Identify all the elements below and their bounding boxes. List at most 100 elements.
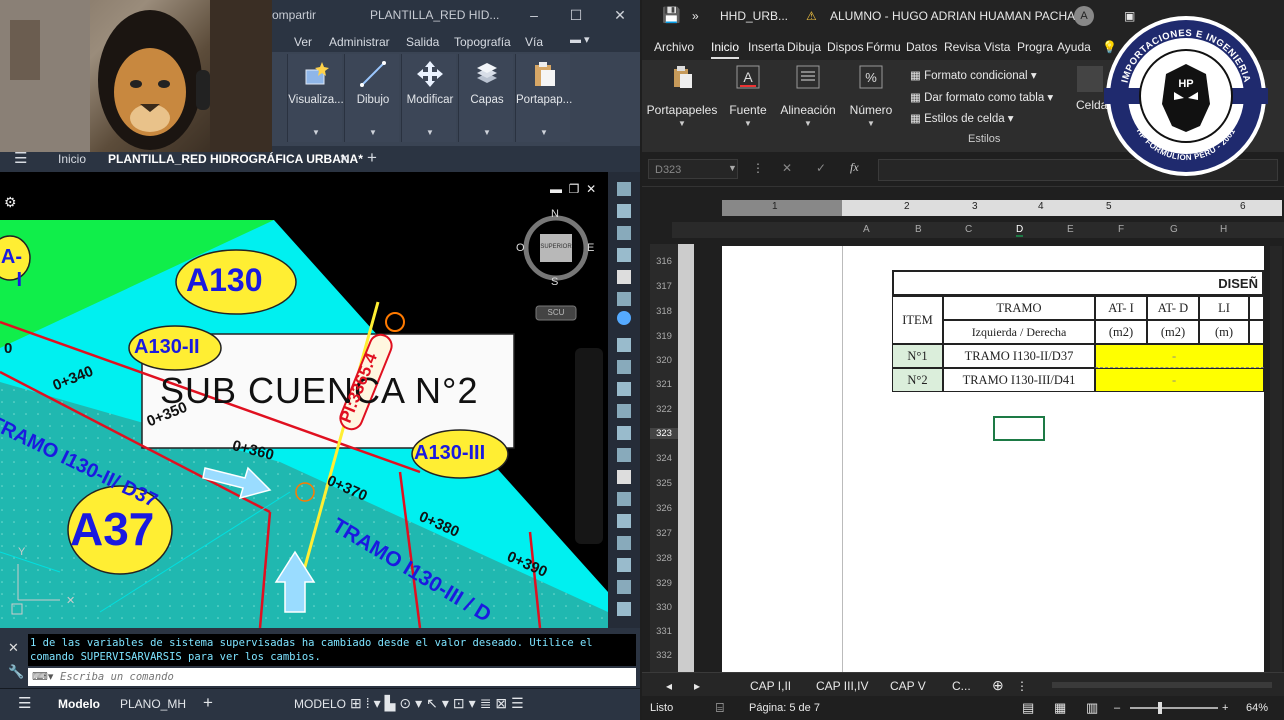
zoom-slider[interactable] xyxy=(1130,707,1218,709)
ribbon-modify-button[interactable]: Modificar ▼ xyxy=(401,54,456,142)
format-as-table-button[interactable]: ▦ Dar formato como tabla ▾ xyxy=(910,90,1053,104)
layout-menu-icon[interactable]: ☰ xyxy=(18,694,31,712)
cell-styles-button[interactable]: ▦ Estilos de celda ▾ xyxy=(910,111,1014,125)
ribbon-clipboard-button[interactable]: Portapap... ▼ xyxy=(515,54,572,142)
zoom-level[interactable]: 64% xyxy=(1246,702,1268,714)
sheet-tab-cap-i-ii[interactable]: CAP I,II xyxy=(750,679,791,693)
name-box-dropdown-icon[interactable]: ▼ xyxy=(728,163,737,173)
view-page-break-icon[interactable]: ▥ xyxy=(1086,700,1098,716)
viewport-controls[interactable]: ▬ ❐ ✕ xyxy=(550,182,596,196)
col-g[interactable]: G xyxy=(1170,224,1178,235)
row1-tramo[interactable]: TRAMO I130-II/D37 xyxy=(943,344,1095,368)
menu-ver[interactable]: Ver xyxy=(294,35,312,49)
sheet-next-icon[interactable]: ▸ xyxy=(694,679,700,693)
maximize-icon[interactable]: ☐ xyxy=(566,6,586,24)
sheet-tab-cap-v[interactable]: CAP V xyxy=(890,679,926,693)
insert-function-icon[interactable]: fx xyxy=(850,160,859,175)
tab-plano-mh[interactable]: PLANO_MH xyxy=(120,697,186,711)
zoom-slider-thumb[interactable] xyxy=(1158,702,1162,714)
row2-tramo[interactable]: TRAMO I130-III/D41 xyxy=(943,368,1095,392)
tab-archivo[interactable]: Archivo xyxy=(654,40,694,54)
accessibility-icon[interactable]: ⌸ xyxy=(716,700,724,716)
header-izq-der[interactable]: Izquierda / Derecha xyxy=(943,320,1095,344)
view-page-layout-icon[interactable]: ▦ xyxy=(1054,700,1066,716)
header-li[interactable]: LI xyxy=(1199,296,1249,320)
group-portapapeles[interactable]: Portapapeles ▼ xyxy=(646,64,718,128)
viewcube-east[interactable]: E xyxy=(587,242,594,254)
col-e[interactable]: E xyxy=(1067,224,1074,235)
row1-item[interactable]: N°1 xyxy=(892,344,943,368)
unit-at-i[interactable]: (m2) xyxy=(1095,320,1147,344)
zoom-in-icon[interactable]: + xyxy=(1222,702,1228,714)
header-at-d[interactable]: AT- D xyxy=(1147,296,1199,320)
col-b[interactable]: B xyxy=(915,224,922,235)
tab-vista[interactable]: Vista xyxy=(984,40,1010,54)
menu-salida[interactable]: Salida xyxy=(406,35,439,49)
sheet-tab-cap-iii-iv[interactable]: CAP III,IV xyxy=(816,679,868,693)
menu-via[interactable]: Vía xyxy=(525,35,543,49)
more-commands-icon[interactable]: » xyxy=(692,9,699,23)
tab-inicio[interactable]: Inicio xyxy=(58,152,86,166)
row2-item[interactable]: N°2 xyxy=(892,368,943,392)
drawing-viewport[interactable]: A130 A130-II A130-III A37 A-I SUB CUENCA… xyxy=(0,172,608,628)
ribbon-toggle-icon[interactable]: ▬ ▾ xyxy=(570,33,590,46)
ribbon-draw-button[interactable]: Dibujo ▼ xyxy=(344,54,399,142)
viewcube-face[interactable]: SUPERIOR xyxy=(540,244,572,250)
vertical-scrollbar[interactable] xyxy=(1270,246,1282,672)
tab-formulas[interactable]: Fórmu xyxy=(866,40,901,54)
tab-programador[interactable]: Progra xyxy=(1017,40,1053,54)
ribbon-layers-button[interactable]: Capas ▼ xyxy=(458,54,513,142)
group-alineacion[interactable]: Alineación ▼ xyxy=(778,64,838,128)
tab-inicio[interactable]: Inicio xyxy=(711,40,740,59)
tab-dibujar[interactable]: Dibuja xyxy=(787,40,821,54)
col-f[interactable]: F xyxy=(1118,224,1124,235)
menu-topografia[interactable]: Topografía xyxy=(454,35,511,49)
cancel-entry-icon[interactable]: ✕ xyxy=(782,161,792,175)
minimize-icon[interactable]: – xyxy=(524,6,544,24)
viewcube-west[interactable]: O xyxy=(516,242,525,254)
sheet-prev-icon[interactable]: ◂ xyxy=(666,679,672,693)
tab-active-drawing[interactable]: PLANTILLA_RED HIDROGRÁFICA URBANA* xyxy=(108,152,363,166)
header-item[interactable]: ITEM xyxy=(892,296,943,344)
new-tab-icon[interactable]: + xyxy=(367,148,377,168)
table-title[interactable]: DISEÑ xyxy=(892,270,1264,296)
header-more[interactable] xyxy=(1249,296,1264,320)
header-tramo[interactable]: TRAMO xyxy=(943,296,1095,320)
zoom-out-icon[interactable]: – xyxy=(1114,702,1120,714)
name-box[interactable]: D323 xyxy=(648,159,738,179)
viewport-menu-icon[interactable]: ⚙ xyxy=(4,194,17,211)
close-icon[interactable]: ✕ xyxy=(610,6,630,24)
view-normal-icon[interactable]: ▤ xyxy=(1022,700,1034,716)
command-input[interactable] xyxy=(28,668,636,686)
col-c[interactable]: C xyxy=(965,224,972,235)
tab-datos[interactable]: Datos xyxy=(906,40,937,54)
viewcube-south[interactable]: S xyxy=(551,276,558,288)
tab-ayuda[interactable]: Ayuda xyxy=(1057,40,1091,54)
header-at-i[interactable]: AT- I xyxy=(1095,296,1147,320)
tab-disposicion[interactable]: Dispos xyxy=(827,40,864,54)
viewcube-north[interactable]: N xyxy=(551,208,559,220)
unit-li[interactable]: (m) xyxy=(1199,320,1249,344)
tab-modelo[interactable]: Modelo xyxy=(58,697,100,711)
group-fuente[interactable]: A Fuente ▼ xyxy=(726,64,770,128)
ucs-menu[interactable]: SCU xyxy=(536,308,576,317)
horizontal-scrollbar[interactable] xyxy=(1052,682,1272,688)
row1-values[interactable]: - xyxy=(1095,344,1264,368)
avatar[interactable]: A xyxy=(1074,6,1094,26)
row-selected[interactable]: 323 xyxy=(650,428,678,439)
row2-values[interactable]: - xyxy=(1095,368,1264,392)
sheet-page[interactable]: DISEÑ ITEM TRAMO Izquierda / Derecha AT-… xyxy=(722,246,1264,672)
close-icon[interactable]: ✕ xyxy=(8,640,19,656)
drafting-tools-icons[interactable]: ⊞⁞▾▙⊙▾↖▾⊡▾≣⊠☰ xyxy=(350,695,528,712)
tool-palette[interactable] xyxy=(608,172,640,628)
unit-at-d[interactable]: (m2) xyxy=(1147,320,1199,344)
sheet-tab-more[interactable]: C... xyxy=(952,679,971,693)
conditional-format-button[interactable]: ▦ Formato condicional ▾ xyxy=(910,68,1037,82)
menu-administrar[interactable]: Administrar xyxy=(329,35,390,49)
col-d[interactable]: D xyxy=(1016,224,1024,237)
group-numero[interactable]: % Número ▼ xyxy=(846,64,896,128)
wrench-icon[interactable]: 🔧 xyxy=(8,664,24,680)
tab-close-icon[interactable]: ✕ xyxy=(339,152,349,166)
add-layout-icon[interactable]: + xyxy=(203,693,213,713)
add-sheet-icon[interactable]: ⊕ xyxy=(992,677,1004,694)
